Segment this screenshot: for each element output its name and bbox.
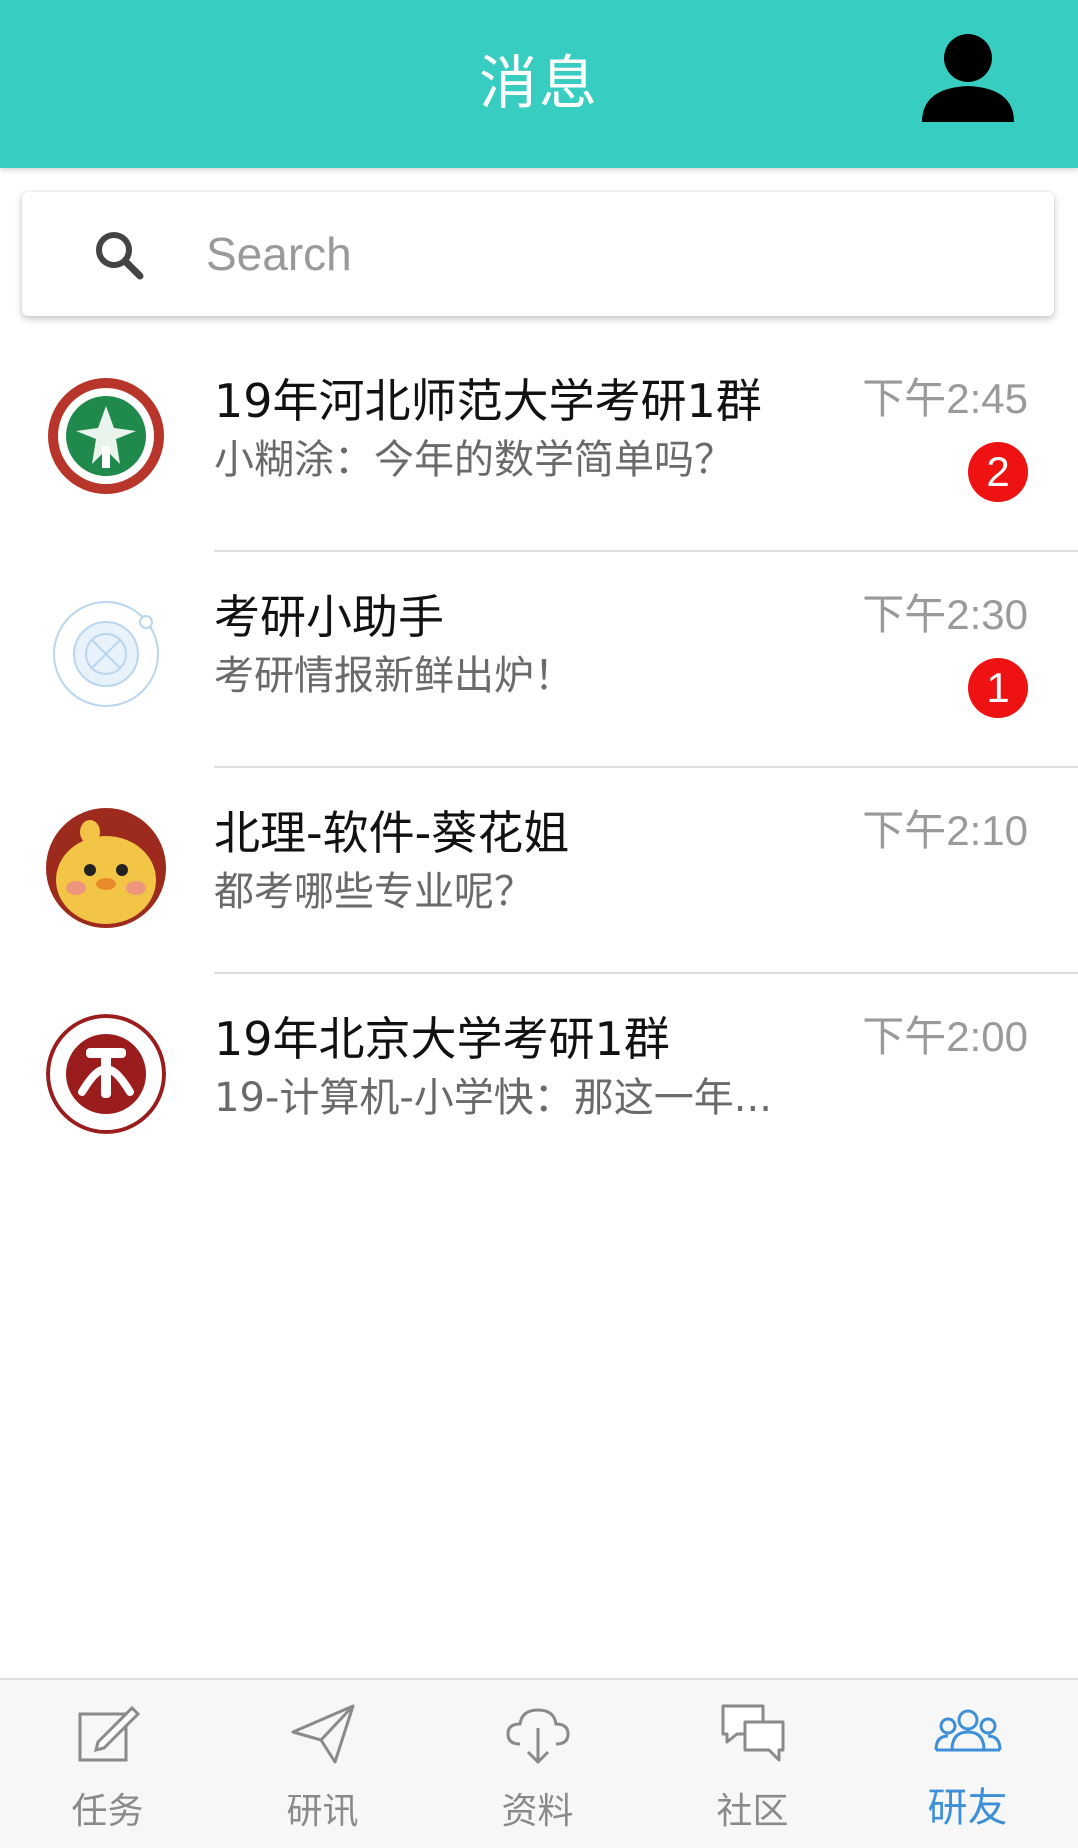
bottom-tab-bar: 任务 研讯 资料 社区 研友 [0, 1678, 1078, 1848]
chat-preview: 都考哪些专业呢？ [214, 869, 534, 915]
top-app-bar: 消息 [0, 0, 1078, 168]
chick-photo [46, 808, 166, 928]
chat-preview: 19-计算机-小学快：那这一年... [214, 1075, 772, 1121]
chat-name: 考研小助手 [214, 590, 444, 644]
beijing-tech-logo [46, 376, 166, 496]
chat-time: 下午2:30 [862, 591, 1028, 638]
chat-preview: 小糊涂：今年的数学简单吗？ [214, 437, 734, 483]
chat-bubbles-icon [721, 1704, 785, 1762]
edit-icon [78, 1705, 141, 1762]
tab-label: 研讯 [286, 1791, 359, 1832]
tab-label: 资料 [501, 1791, 574, 1832]
tab-label: 社区 [716, 1791, 789, 1832]
unread-badge: 1 [968, 658, 1028, 718]
page-title: 消息 [478, 49, 599, 117]
tab-materials[interactable]: 资料 [430, 1680, 645, 1848]
tab-news[interactable]: 研讯 [215, 1680, 430, 1848]
tab-label: 任务 [71, 1791, 144, 1832]
chat-time: 下午2:10 [862, 807, 1028, 854]
profile-button[interactable] [918, 30, 1018, 130]
chat-time: 下午2:00 [862, 1013, 1028, 1060]
search-bar[interactable] [22, 192, 1054, 316]
divider [214, 972, 1078, 974]
search-input[interactable] [206, 220, 1006, 288]
tab-community[interactable]: 社区 [645, 1680, 860, 1848]
tab-label: 研友 [927, 1785, 1008, 1831]
chat-name: 北理-软件-葵花姐 [214, 806, 570, 860]
user-icon [922, 34, 1014, 122]
peking-university-logo [46, 1014, 166, 1134]
friends-icon [934, 1709, 1002, 1752]
divider [214, 766, 1078, 768]
chat-name: 19年北京大学考研1群 [214, 1012, 670, 1066]
divider [214, 550, 1078, 552]
assistant-logo [46, 592, 166, 712]
chat-item[interactable]: 北理-软件-葵花姐 都考哪些专业呢？ 下午2:10 [0, 778, 1078, 982]
unread-badge: 2 [968, 442, 1028, 502]
paper-plane-icon [291, 1704, 355, 1764]
chat-item[interactable]: 19年河北师范大学考研1群 小糊涂：今年的数学简单吗？ 下午2:45 2 [0, 346, 1078, 550]
cloud-download-icon [506, 1708, 570, 1765]
chat-time: 下午2:45 [862, 375, 1028, 422]
chat-item[interactable]: 考研小助手 考研情报新鲜出炉！ 下午2:30 1 [0, 562, 1078, 766]
search-icon [96, 232, 144, 280]
chat-preview: 考研情报新鲜出炉！ [214, 653, 574, 699]
chat-item[interactable]: 19年北京大学考研1群 19-计算机-小学快：那这一年... 下午2:00 [0, 984, 1078, 1188]
tab-friends[interactable]: 研友 [860, 1680, 1075, 1848]
chat-name: 19年河北师范大学考研1群 [214, 374, 762, 428]
tab-tasks[interactable]: 任务 [0, 1680, 215, 1848]
